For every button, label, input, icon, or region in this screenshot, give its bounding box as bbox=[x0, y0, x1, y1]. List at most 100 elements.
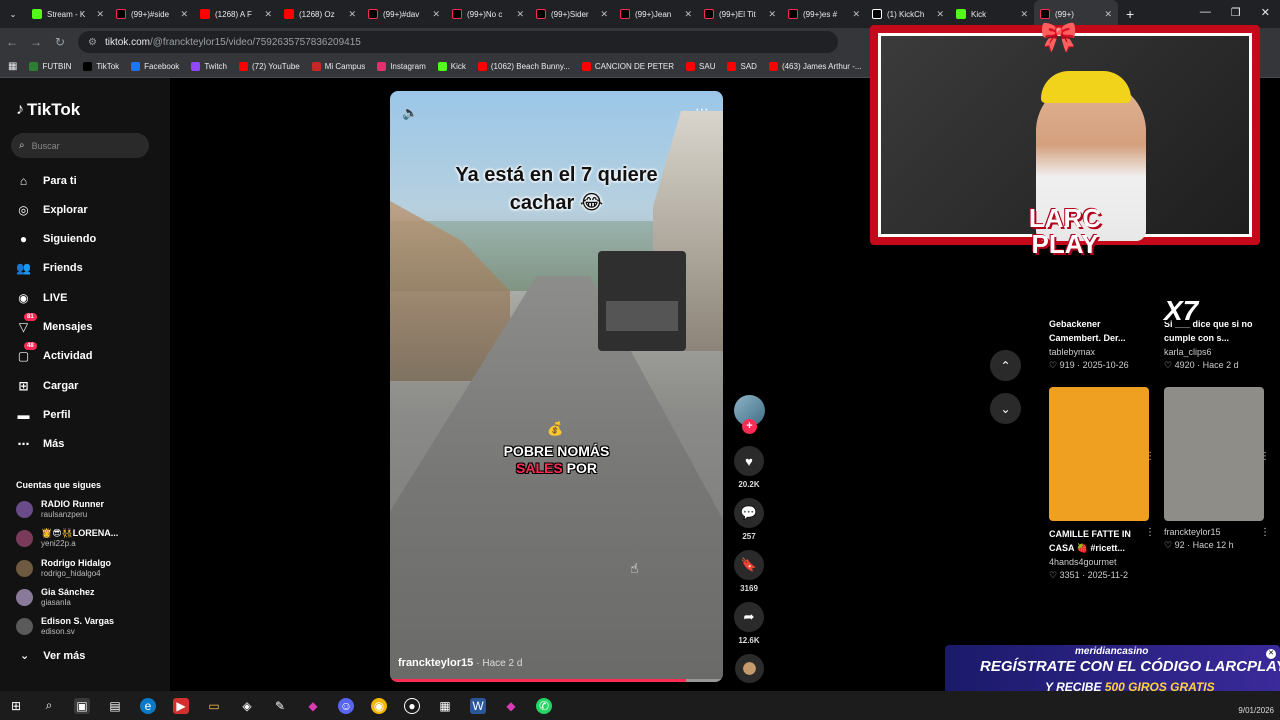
like-button[interactable]: ♥ 20.2K bbox=[734, 446, 764, 489]
close-icon[interactable]: ✕ bbox=[1266, 649, 1276, 659]
browser-tab[interactable]: (99+)#dav ✕ bbox=[362, 0, 446, 28]
folder-icon[interactable]: ▭ bbox=[206, 698, 222, 714]
tab-menu-button[interactable]: ⌄ bbox=[0, 0, 26, 28]
bookmark-item[interactable]: CANCION DE PETER bbox=[581, 62, 674, 71]
calculator-icon[interactable]: ▦ bbox=[437, 698, 453, 714]
close-icon[interactable]: ✕ bbox=[936, 9, 944, 20]
close-icon[interactable]: ✕ bbox=[684, 9, 692, 20]
bookmark-item[interactable]: SAU bbox=[686, 62, 715, 71]
store-icon[interactable]: ▣ bbox=[74, 697, 90, 714]
card-author[interactable]: franckteylor15 bbox=[1164, 527, 1264, 537]
sidebar-item-upload[interactable]: ⊞ Cargar bbox=[16, 378, 78, 393]
bookmark-item[interactable]: (463) James Arthur -... bbox=[768, 62, 862, 71]
more-options-icon[interactable]: ⋯ bbox=[695, 101, 709, 118]
back-button[interactable]: ← bbox=[0, 35, 24, 49]
recommended-card[interactable]: franckteylor15 ♡ 92 · Hace 12 h ⋮ bbox=[1164, 387, 1270, 551]
followed-account[interactable]: Gia Sánchez giasanla bbox=[16, 587, 95, 608]
tiktok-logo[interactable]: ♪ TikTok bbox=[16, 100, 80, 120]
bookmark-item[interactable]: TikTok bbox=[83, 62, 119, 71]
bookmark-item[interactable]: Twitch bbox=[191, 62, 227, 71]
bookmark-item[interactable]: SAD bbox=[727, 62, 757, 71]
close-icon[interactable]: ✕ bbox=[348, 9, 356, 20]
close-icon[interactable]: ✕ bbox=[1104, 9, 1112, 20]
browser-tab[interactable]: (99+)Jean ✕ bbox=[614, 0, 698, 28]
bookmark-item[interactable]: Kick bbox=[437, 62, 466, 71]
close-icon[interactable]: ✕ bbox=[1020, 9, 1028, 20]
video-thumbnail[interactable] bbox=[1049, 387, 1149, 521]
card-author[interactable]: tablebymax bbox=[1049, 347, 1149, 357]
browser-tab[interactable]: (99+)El Tit ✕ bbox=[698, 0, 782, 28]
bookmark-item[interactable]: Facebook bbox=[131, 62, 179, 71]
browser-tab[interactable]: Kick ✕ bbox=[950, 0, 1034, 28]
browser-tab[interactable]: (1) KickCh ✕ bbox=[866, 0, 950, 28]
edge-icon[interactable]: e bbox=[140, 697, 156, 714]
sidebar-item-following[interactable]: ● Siguiendo bbox=[16, 232, 96, 247]
video-player[interactable]: 🔈 ⋯ Ya está en el 7 quiere cachar 😂 💰 PO… bbox=[390, 91, 723, 682]
browser-tab[interactable]: (1268) Oz ✕ bbox=[278, 0, 362, 28]
bookmark-item[interactable]: FUTBIN bbox=[29, 62, 71, 71]
windows-start-icon[interactable]: ⊞ bbox=[8, 698, 24, 714]
search-input[interactable]: ⌕ Buscar bbox=[11, 133, 149, 158]
new-tab-button[interactable]: + bbox=[1126, 6, 1134, 22]
browser-tab[interactable]: (99+)es # ✕ bbox=[782, 0, 866, 28]
sound-disc[interactable] bbox=[735, 654, 764, 683]
recommended-card[interactable]: CAMILLE FATTE IN CASA 🍓 #ricett... 4hands… bbox=[1049, 387, 1155, 581]
close-icon[interactable]: ✕ bbox=[768, 9, 776, 20]
recorder-icon[interactable]: ▶ bbox=[173, 697, 189, 714]
whatsapp-icon[interactable]: ✆ bbox=[536, 697, 552, 714]
sidebar-item-home[interactable]: ⌂ Para ti bbox=[16, 173, 77, 188]
bookmark-item[interactable]: (1062) Beach Bunny... bbox=[477, 62, 570, 71]
browser-tab[interactable]: (99+)No c ✕ bbox=[446, 0, 530, 28]
chrome-icon[interactable]: ◉ bbox=[371, 697, 387, 714]
close-icon[interactable]: ✕ bbox=[432, 9, 440, 20]
card-author[interactable]: karla_clips6 bbox=[1164, 347, 1264, 357]
browser-tab[interactable]: (1268) A F ✕ bbox=[194, 0, 278, 28]
followed-account[interactable]: 👸😎👯LORENA... yeni22p.a bbox=[16, 528, 118, 549]
card-menu-icon[interactable]: ⋮ bbox=[1260, 527, 1270, 538]
sidebar-item-compass[interactable]: ◎ Explorar bbox=[16, 202, 87, 217]
next-video-button[interactable]: ⌄ bbox=[990, 393, 1021, 424]
sidebar-item-more[interactable]: ⋯ Más bbox=[16, 437, 65, 452]
bookmark-item[interactable]: Instagram bbox=[377, 62, 426, 71]
discord-icon[interactable]: ☺ bbox=[338, 697, 354, 714]
followed-account[interactable]: RADIO Runner raulsanzperu bbox=[16, 499, 104, 520]
close-icon[interactable]: ✕ bbox=[516, 9, 524, 20]
vmware-icon[interactable]: ▤ bbox=[107, 698, 123, 714]
video-thumbnail[interactable] bbox=[1164, 387, 1264, 521]
reload-button[interactable]: ↻ bbox=[48, 35, 72, 49]
sidebar-item-activity[interactable]: ▢ 48 Actividad bbox=[16, 341, 93, 364]
followed-account[interactable]: Rodrigo Hidalgo rodrigo_hidalgo4 bbox=[16, 558, 111, 579]
close-icon[interactable]: ✕ bbox=[264, 9, 272, 20]
video-author[interactable]: franckteylor15 · Hace 2 d bbox=[398, 657, 522, 669]
sidebar-item-live[interactable]: ◉ LIVE bbox=[16, 290, 67, 305]
recommended-card[interactable]: Gebackener Camembert. Der... tablebymax ♡ … bbox=[1049, 311, 1155, 462]
bookmark-item[interactable]: Mi Campus bbox=[311, 62, 365, 71]
comment-button[interactable]: 💬 257 bbox=[734, 498, 764, 541]
save-button[interactable]: 🔖 3169 bbox=[734, 550, 764, 593]
browser-tab[interactable]: (99+)#side ✕ bbox=[110, 0, 194, 28]
sidebar-item-friends[interactable]: 👥 Friends bbox=[16, 261, 83, 276]
url-bar[interactable]: ⚙ tiktok.com/@franckteylor15/video/75926… bbox=[78, 31, 838, 53]
progress-bar[interactable] bbox=[390, 679, 687, 682]
sidebar-item-messages[interactable]: ▽ 81 Mensajes bbox=[16, 312, 93, 335]
restore-button[interactable]: ❐ bbox=[1231, 6, 1241, 19]
app-pink-icon[interactable]: ◆ bbox=[503, 698, 519, 714]
browser-tab[interactable]: Stream - K ✕ bbox=[26, 0, 110, 28]
close-window-button[interactable]: ✕ bbox=[1261, 6, 1270, 19]
see-more-button[interactable]: ⌄ Ver más bbox=[20, 649, 85, 663]
paint-icon[interactable]: ✎ bbox=[272, 698, 288, 714]
word-icon[interactable]: W bbox=[470, 697, 486, 714]
previous-video-button[interactable]: ⌃ bbox=[990, 350, 1021, 381]
card-menu-icon[interactable]: ⋮ bbox=[1145, 527, 1155, 538]
capcut-icon[interactable]: ◈ bbox=[239, 698, 255, 714]
close-icon[interactable]: ✕ bbox=[96, 9, 104, 20]
close-icon[interactable]: ✕ bbox=[600, 9, 608, 20]
search-icon[interactable]: ⌕ bbox=[41, 698, 57, 714]
browser-tab[interactable]: (99+)Sider ✕ bbox=[530, 0, 614, 28]
site-info-icon[interactable]: ⚙ bbox=[88, 37, 97, 48]
follow-button[interactable]: + bbox=[742, 419, 757, 434]
sidebar-item-profile[interactable]: ▬ Perfil bbox=[16, 407, 71, 422]
share-button[interactable]: ➦ 12.6K bbox=[734, 602, 764, 645]
followed-account[interactable]: Edison S. Vargas edison.sv bbox=[16, 616, 114, 637]
kick-app-icon[interactable]: ◆ bbox=[305, 698, 321, 714]
